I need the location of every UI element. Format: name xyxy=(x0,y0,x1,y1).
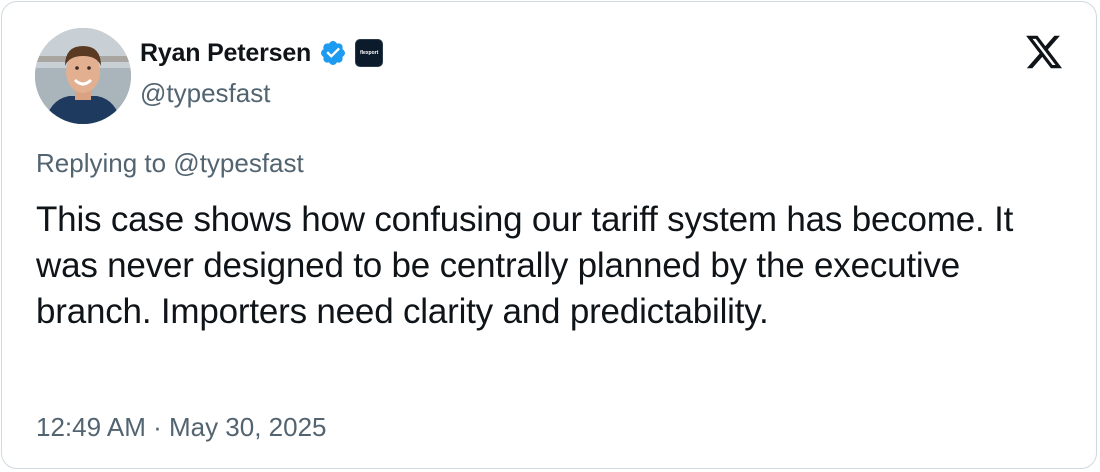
tweet-card[interactable]: Ryan Petersen flexport @typesfast Replyi… xyxy=(1,1,1097,469)
x-logo-icon[interactable] xyxy=(1022,32,1066,72)
affiliate-badge-label: flexport xyxy=(359,50,379,56)
replying-to-line[interactable]: Replying to @typesfast xyxy=(36,148,304,179)
author-handle[interactable]: @typesfast xyxy=(140,78,270,109)
avatar-image xyxy=(35,28,131,124)
verified-badge-icon[interactable] xyxy=(319,39,347,67)
author-name[interactable]: Ryan Petersen xyxy=(140,39,311,68)
tweet-timestamp[interactable]: 12:49 AM · May 30, 2025 xyxy=(36,412,327,443)
avatar[interactable] xyxy=(35,28,131,124)
affiliate-badge-icon[interactable]: flexport xyxy=(355,39,384,67)
tweet-text: This case shows how confusing our tariff… xyxy=(36,200,1014,331)
author-row: Ryan Petersen flexport xyxy=(140,35,384,71)
